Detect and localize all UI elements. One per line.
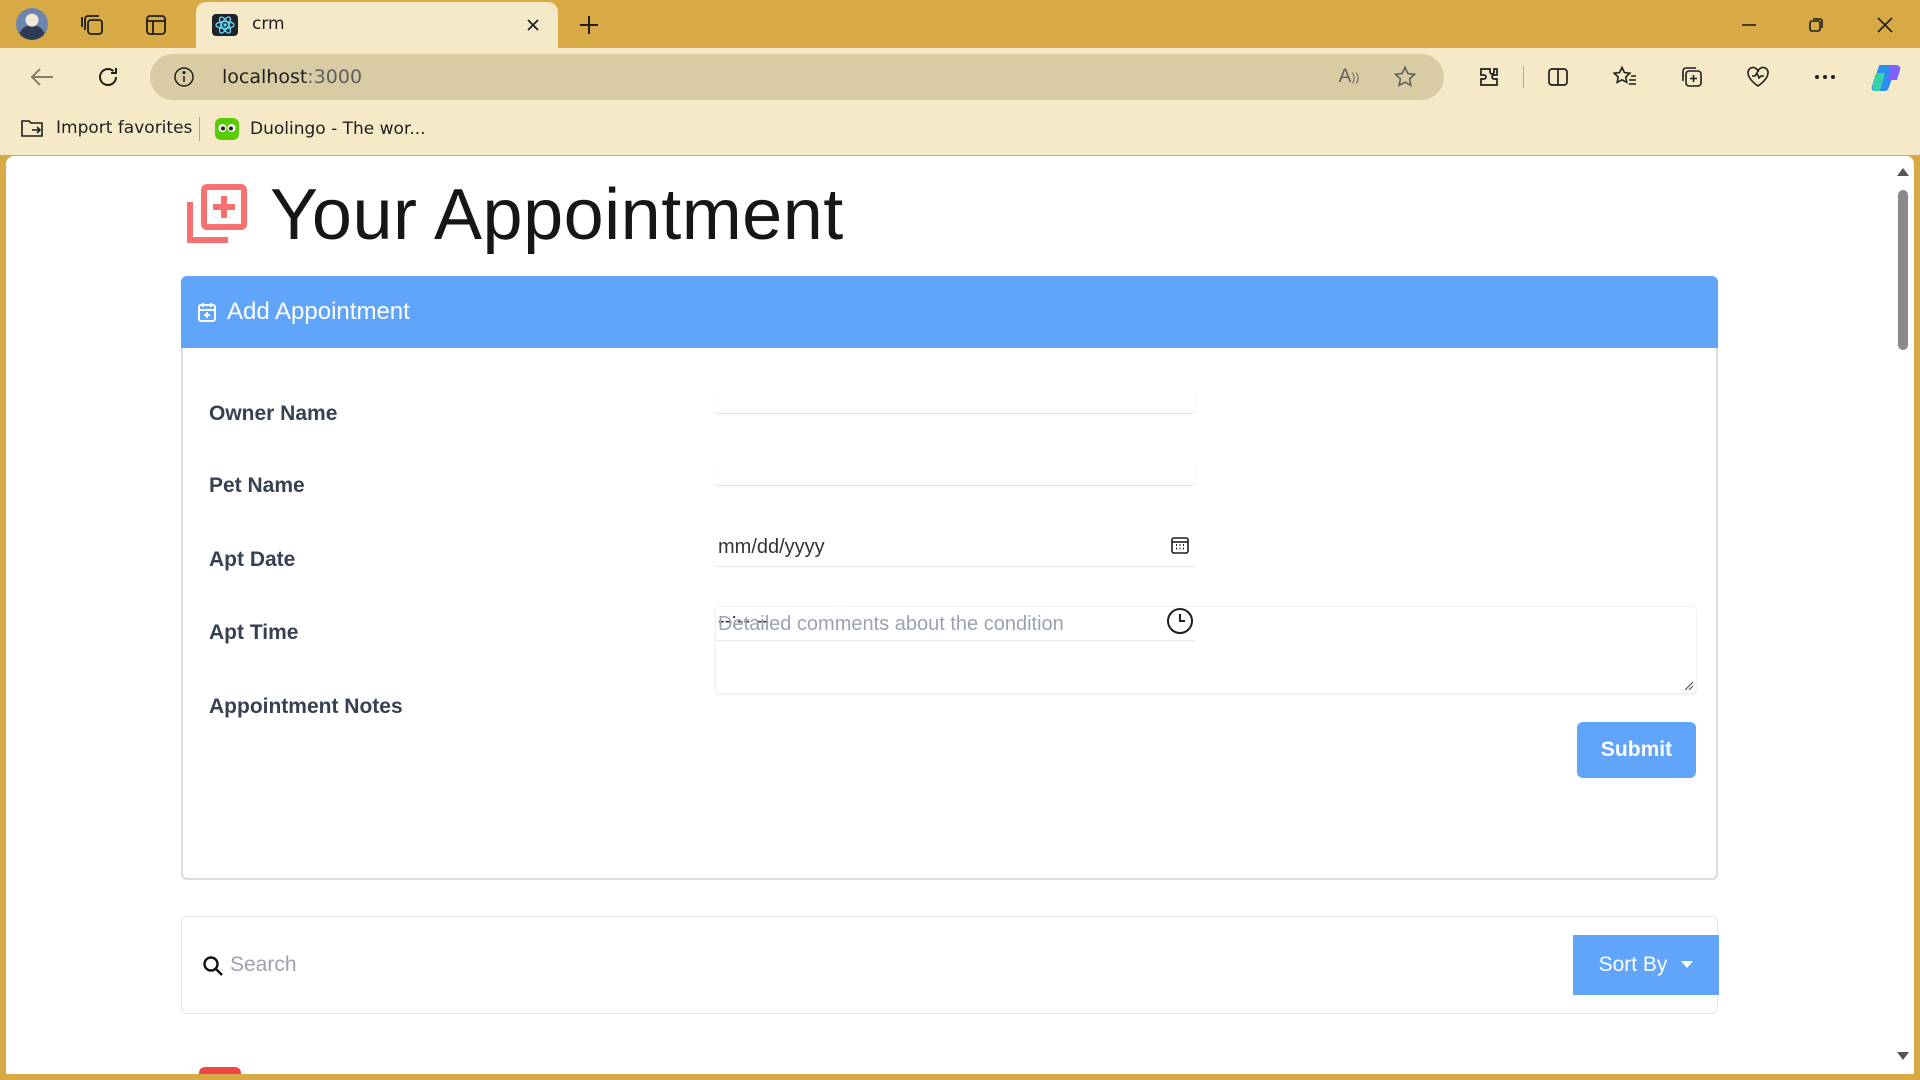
import-favorites-label: Import favorites <box>56 118 193 138</box>
refresh-icon[interactable] <box>92 61 124 93</box>
scroll-down-icon[interactable] <box>1897 1052 1909 1060</box>
calendar-icon[interactable] <box>1170 535 1190 555</box>
add-appointment-card: Add Appointment Owner Name Pet Name Apt … <box>181 276 1718 880</box>
resize-grip-icon[interactable] <box>1682 679 1694 691</box>
pet-name-label: Pet Name <box>209 474 305 497</box>
url-text: localhost:3000 <box>222 66 362 88</box>
browser-tab-active[interactable]: crm <box>196 2 558 48</box>
react-icon <box>212 14 238 36</box>
page-title: Your Appointment <box>270 175 844 255</box>
back-icon[interactable] <box>26 61 58 93</box>
address-bar[interactable]: localhost:3000 A)) <box>150 54 1444 100</box>
favorites-bar: Import favorites Duolingo - The wor... <box>0 105 1920 155</box>
duolingo-link[interactable]: Duolingo - The wor... <box>214 117 426 141</box>
url-host: localhost <box>222 66 308 88</box>
favorite-star-icon[interactable] <box>1392 64 1418 90</box>
extensions-icon[interactable] <box>1474 62 1504 92</box>
page-viewport: Your Appointment Add Appointment Owner N… <box>6 156 1914 1074</box>
add-to-list-icon <box>187 184 247 243</box>
split-screen-icon[interactable] <box>1543 62 1573 92</box>
notes-placeholder: Detailed comments about the condition <box>718 613 1064 635</box>
workspaces-icon[interactable] <box>78 10 108 40</box>
search-input[interactable]: Search <box>230 953 297 977</box>
duolingo-label: Duolingo - The wor... <box>250 119 426 139</box>
site-info-icon[interactable] <box>172 65 196 89</box>
page-heading: Your Appointment <box>186 174 844 256</box>
sort-by-button[interactable]: Sort By <box>1573 935 1719 995</box>
owner-name-input[interactable] <box>715 392 1195 414</box>
caret-down-icon <box>1681 961 1694 968</box>
tab-title: crm <box>252 14 285 34</box>
copilot-icon[interactable] <box>1870 60 1904 94</box>
calendar-plus-icon <box>198 303 216 322</box>
duolingo-icon <box>215 118 239 140</box>
scroll-up-icon[interactable] <box>1897 168 1909 176</box>
restore-icon[interactable] <box>1801 10 1831 40</box>
favorites-divider <box>199 117 200 141</box>
sort-by-label: Sort By <box>1598 953 1668 976</box>
apt-date-label: Apt Date <box>209 548 296 571</box>
add-appointment-header[interactable]: Add Appointment <box>181 276 1718 348</box>
close-window-icon[interactable] <box>1870 10 1900 40</box>
browser-essentials-icon[interactable] <box>1743 62 1773 92</box>
submit-button[interactable]: Submit <box>1577 722 1696 778</box>
add-appointment-title: Add Appointment <box>227 298 410 325</box>
tab-actions-icon[interactable] <box>141 10 171 40</box>
profile-avatar[interactable] <box>16 8 48 40</box>
apt-date-underline <box>715 566 1195 567</box>
apt-time-label: Apt Time <box>209 621 299 644</box>
search-bar-card: Search Sort By <box>181 916 1719 1014</box>
collections-icon[interactable] <box>1677 62 1707 92</box>
new-tab-icon[interactable] <box>574 10 604 40</box>
pet-name-input[interactable] <box>715 464 1195 486</box>
url-port: :3000 <box>307 66 363 88</box>
import-favorites-link[interactable]: Import favorites <box>20 117 192 139</box>
toolbar-divider <box>1523 66 1524 88</box>
search-icon <box>203 956 223 976</box>
appointment-item-icon-peek <box>199 1067 241 1074</box>
appointment-notes-label: Appointment Notes <box>209 695 403 718</box>
scrollbar-thumb[interactable] <box>1898 190 1908 350</box>
tab-bar: crm <box>0 0 1920 48</box>
owner-name-label: Owner Name <box>209 402 338 425</box>
appointment-notes-textarea[interactable]: Detailed comments about the condition <box>715 606 1697 694</box>
apt-date-value: mm/dd/yyyy <box>718 536 825 558</box>
minimize-icon[interactable] <box>1734 10 1764 40</box>
browser-toolbar: localhost:3000 A)) <box>0 48 1920 105</box>
more-options-icon[interactable] <box>1810 62 1840 92</box>
favorites-icon[interactable] <box>1610 62 1640 92</box>
page-scrollbar[interactable] <box>1892 156 1914 1074</box>
import-folder-icon <box>21 120 43 137</box>
close-tab-icon[interactable] <box>520 12 546 38</box>
read-aloud-icon[interactable]: A)) <box>1336 65 1362 89</box>
